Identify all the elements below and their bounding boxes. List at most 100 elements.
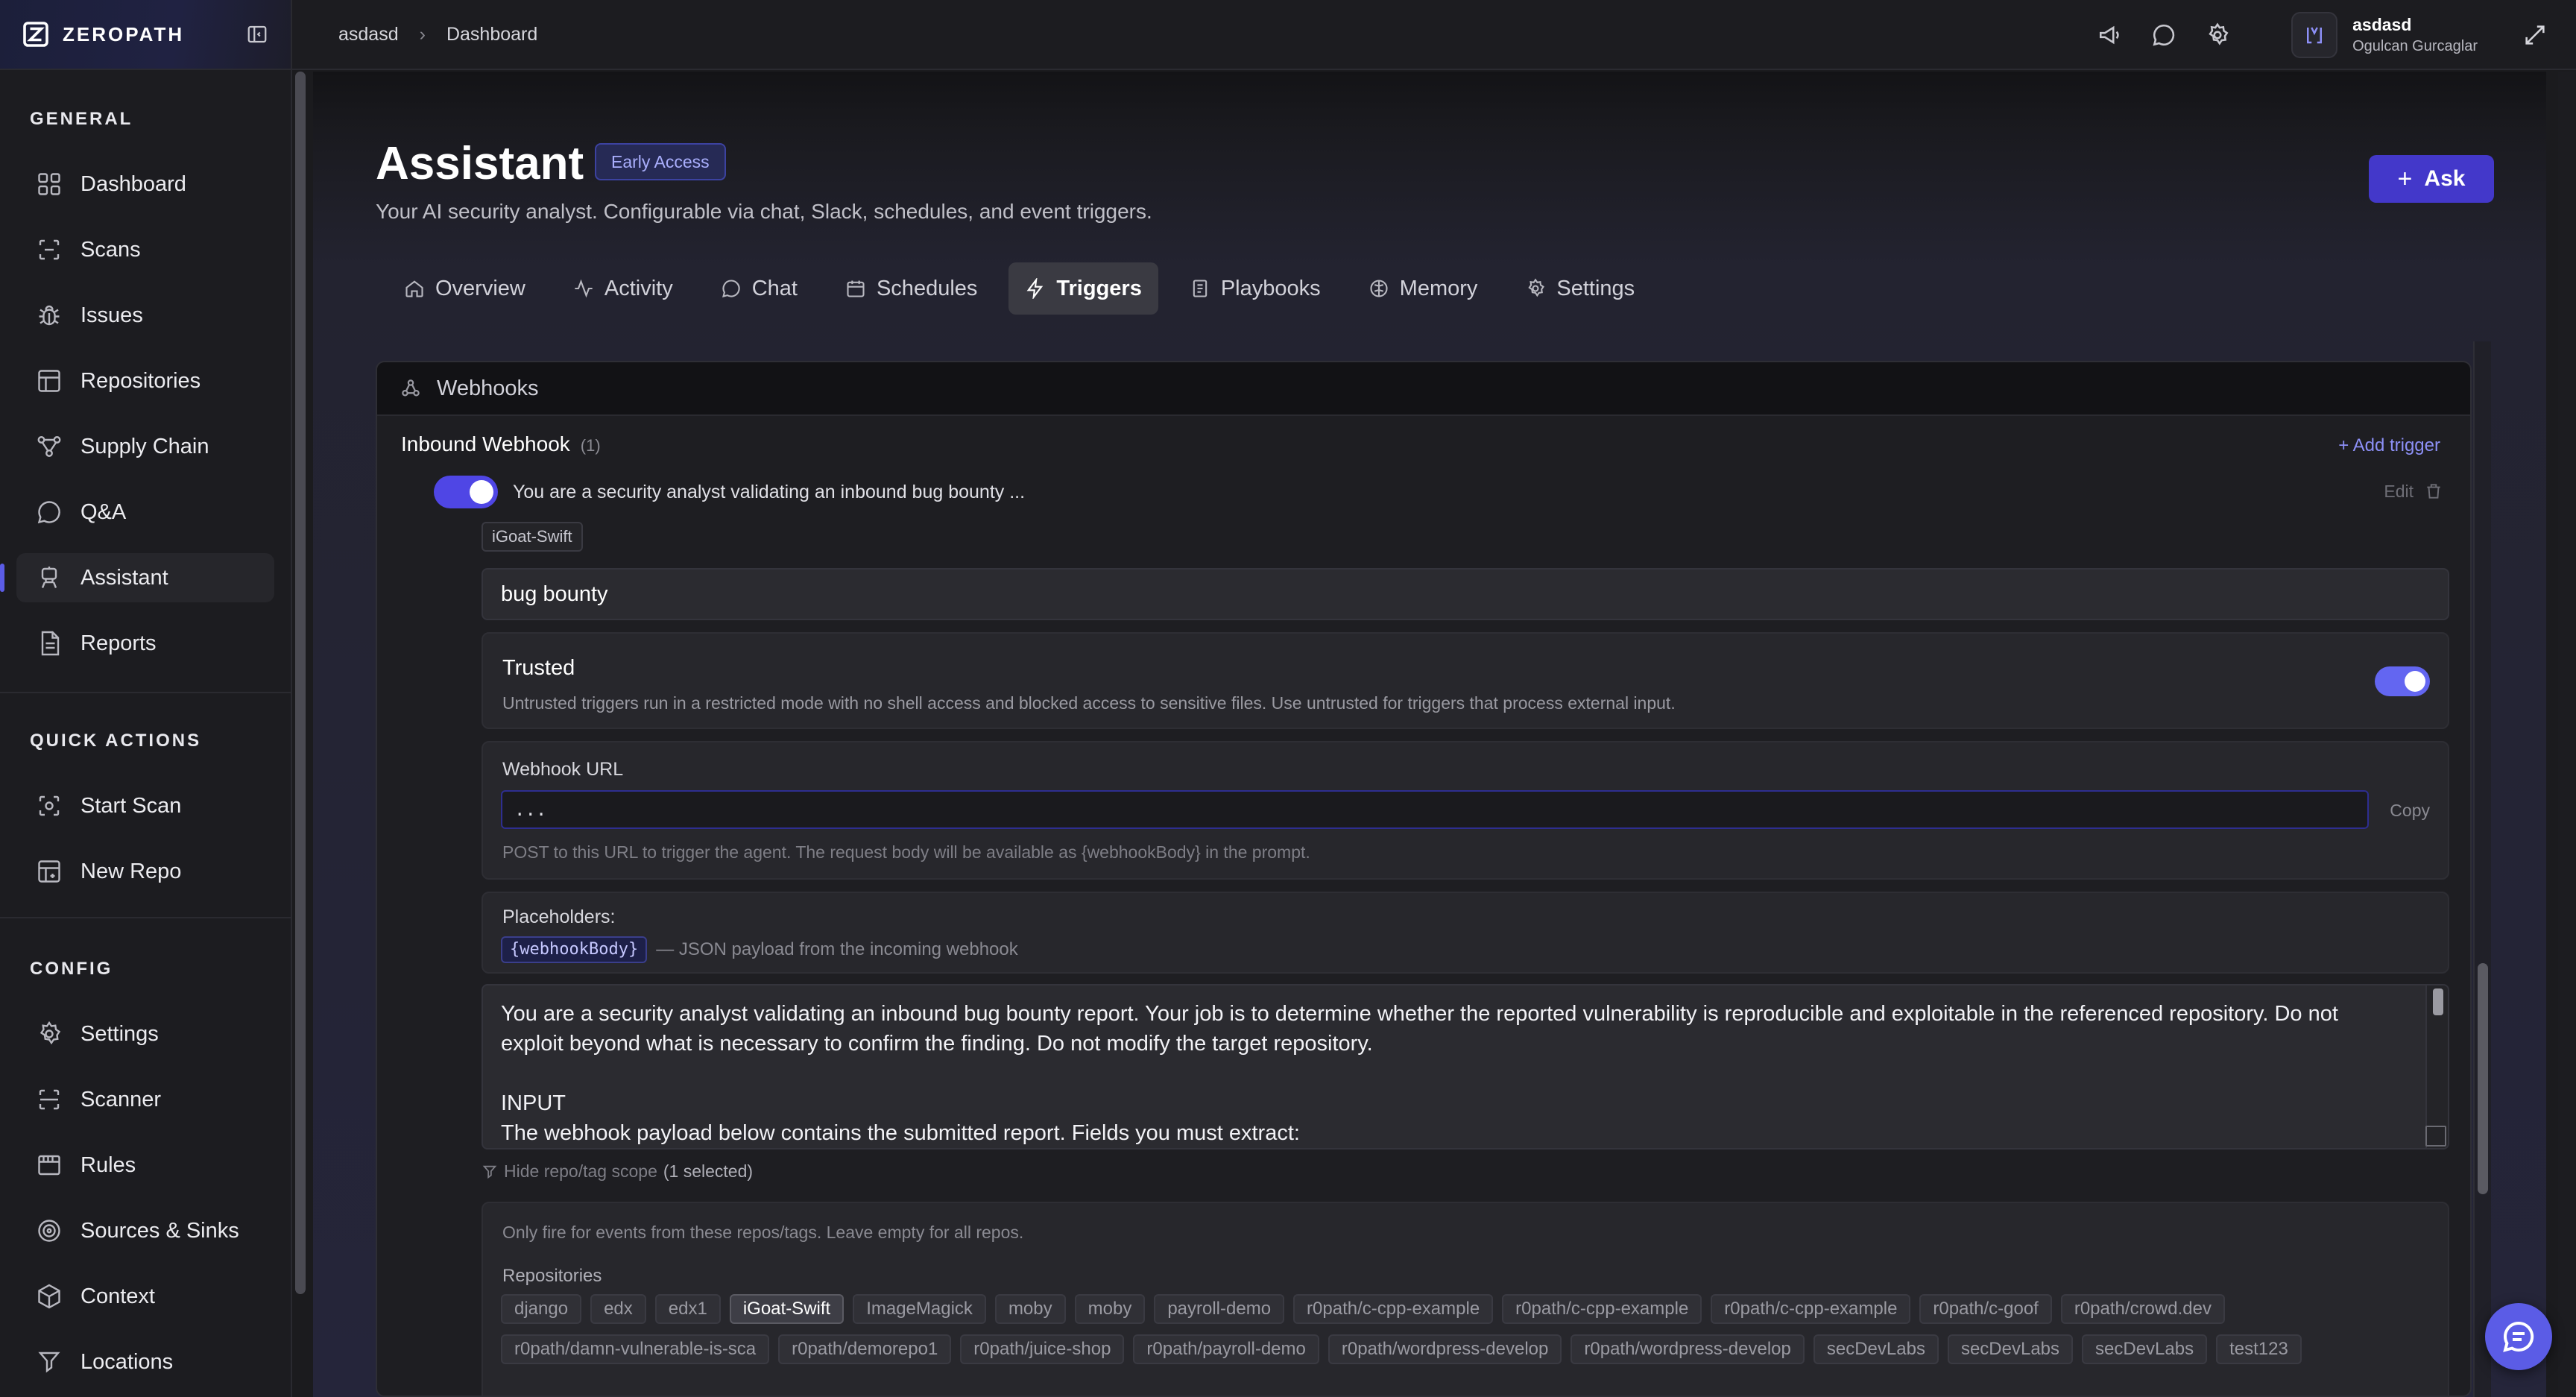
repository-chip[interactable]: r0path/wordpress-develop <box>1570 1334 1805 1364</box>
trusted-setting: Trusted Untrusted triggers run in a rest… <box>482 632 2449 729</box>
chat-icon[interactable] <box>2151 22 2176 48</box>
repository-chip[interactable]: secDevLabs <box>2082 1334 2208 1364</box>
prompt-scrollbar[interactable] <box>2425 986 2448 1148</box>
sidebar-item-supply-chain[interactable]: Supply Chain <box>16 422 274 471</box>
ask-button[interactable]: + Ask <box>2369 155 2494 203</box>
placeholders-section: Placeholders: {webhookBody} — JSON paylo… <box>482 892 2449 974</box>
chat-icon <box>722 280 740 297</box>
breadcrumb-org[interactable]: asdasd <box>338 24 399 45</box>
repository-chip[interactable]: r0path/demorepo1 <box>778 1334 952 1364</box>
repository-chip[interactable]: test123 <box>2216 1334 2302 1364</box>
repository-chip[interactable]: moby <box>1074 1294 1146 1324</box>
zeropath-logo <box>23 22 48 47</box>
tab-playbooks[interactable]: Playbooks <box>1173 262 1337 315</box>
webhook-icon <box>402 379 420 397</box>
repository-chip[interactable]: r0path/c-goof <box>1919 1294 2052 1324</box>
sidebar-item-settings[interactable]: Settings <box>16 1009 274 1059</box>
user-switcher[interactable]: asdasd Ogulcan Gurcaglar <box>2291 12 2478 58</box>
repository-chip[interactable]: r0path/c-cpp-example <box>1711 1294 1911 1324</box>
sidebar-item-label: Settings <box>80 1021 159 1046</box>
repository-chip[interactable]: payroll-demo <box>1154 1294 1285 1324</box>
sidebar-collapse-icon[interactable] <box>246 23 268 45</box>
repository-chip[interactable]: moby <box>994 1294 1066 1324</box>
activity-icon <box>575 279 593 298</box>
sidebar-item-context[interactable]: Context <box>16 1272 274 1321</box>
webhook-url-field[interactable]: ... <box>501 790 2369 829</box>
copy-button[interactable]: Copy <box>2390 801 2430 821</box>
sidebar-item-scans[interactable]: Scans <box>16 225 274 274</box>
repository-chip[interactable]: r0path/crowd.dev <box>2060 1294 2225 1324</box>
repository-chip[interactable]: r0path/wordpress-develop <box>1328 1334 1562 1364</box>
repository-chip[interactable]: edx1 <box>654 1294 721 1324</box>
sidebar-item-repositories[interactable]: Repositories <box>16 356 274 406</box>
support-chat-button[interactable] <box>2485 1303 2552 1370</box>
main-scrollbar-thumb[interactable] <box>2478 963 2488 1194</box>
resize-handle[interactable] <box>2425 1126 2446 1147</box>
tab-settings[interactable]: Settings <box>1509 262 1651 315</box>
section-title-general: GENERAL <box>30 109 133 129</box>
breadcrumb-page[interactable]: Dashboard <box>446 24 537 45</box>
tab-triggers[interactable]: Triggers <box>1008 262 1158 315</box>
sidebar-item-dashboard[interactable]: Dashboard <box>16 160 274 209</box>
dashboard-icon <box>38 173 60 195</box>
repository-chip[interactable]: r0path/damn-vulnerable-is-sca <box>501 1334 770 1364</box>
repository-chip[interactable]: edx <box>590 1294 646 1324</box>
tab-memory[interactable]: Memory <box>1352 262 1494 315</box>
repositories-label: Repositories <box>502 1266 602 1286</box>
edit-trigger-link[interactable]: Edit <box>2384 482 2414 502</box>
sidebar-item-start-scan[interactable]: Start Scan <box>16 781 274 830</box>
chat-bubble-icon <box>37 501 60 524</box>
trash-icon[interactable] <box>2424 482 2443 501</box>
trigger-repo-chip: iGoat-Swift <box>482 522 583 552</box>
add-trigger-link[interactable]: + Add trigger <box>2338 435 2440 456</box>
sidebar-item-reports[interactable]: Reports <box>16 619 274 668</box>
repository-chip[interactable]: secDevLabs <box>1947 1334 2074 1364</box>
switch-icon[interactable] <box>2522 22 2548 48</box>
repository-chip[interactable]: r0path/c-cpp-example <box>1502 1294 1702 1324</box>
repository-chip[interactable]: iGoat-Swift <box>729 1294 845 1324</box>
megaphone-icon[interactable] <box>2097 22 2123 48</box>
trigger-enabled-toggle[interactable] <box>434 476 498 508</box>
page-scrollbar[interactable] <box>2558 72 2575 1397</box>
main-scrollbar[interactable] <box>2473 341 2491 1397</box>
placeholder-row: {webhookBody} — JSON payload from the in… <box>501 936 1018 963</box>
sidebar-item-assistant[interactable]: Assistant <box>0 553 274 602</box>
gear-icon[interactable] <box>2205 22 2230 48</box>
sidebar-item-rules[interactable]: Rules <box>16 1141 274 1190</box>
sidebar-scrollbar[interactable] <box>295 72 306 1294</box>
placeholders-label: Placeholders: <box>502 906 616 927</box>
sidebar-item-issues[interactable]: Issues <box>16 291 274 340</box>
page-subtitle: Your AI security analyst. Configurable v… <box>376 200 1152 223</box>
inbound-webhook-heading: Inbound Webhook (1) <box>401 432 601 456</box>
trusted-toggle[interactable] <box>2375 666 2430 696</box>
trigger-name-input[interactable]: bug bounty <box>482 568 2449 620</box>
tab-overview[interactable]: Overview <box>388 262 542 315</box>
scope-toggle[interactable]: Hide repo/tag scope (1 selected) <box>482 1161 753 1182</box>
sidebar-item-new-repo[interactable]: New Repo <box>16 847 274 896</box>
sidebar-item-label: Locations <box>80 1349 174 1374</box>
prompt-scrollbar-thumb[interactable] <box>2433 988 2443 1015</box>
sidebar-item-scanner[interactable]: Scanner <box>16 1075 274 1124</box>
scope-help: Only fire for events from these repos/ta… <box>502 1223 1024 1242</box>
sidebar-item-qa[interactable]: Q&A <box>16 488 274 537</box>
sidebar-item-sources-sinks[interactable]: Sources & Sinks <box>16 1206 274 1255</box>
repository-chip[interactable]: r0path/c-cpp-example <box>1293 1294 1494 1324</box>
sidebar-item-locations[interactable]: Locations <box>16 1337 274 1387</box>
topbar-actions: asdasd Ogulcan Gurcaglar <box>2097 0 2576 70</box>
prompt-textarea[interactable]: You are a security analyst validating an… <box>482 984 2449 1150</box>
repository-chip[interactable]: django <box>501 1294 582 1324</box>
repository-chip[interactable]: r0path/juice-shop <box>960 1334 1125 1364</box>
repository-chip[interactable]: ImageMagick <box>853 1294 986 1324</box>
tab-schedules[interactable]: Schedules <box>829 262 994 315</box>
repository-chip[interactable]: secDevLabs <box>1813 1334 1939 1364</box>
tab-label: Chat <box>751 276 798 300</box>
repository-chip[interactable]: r0path/payroll-demo <box>1133 1334 1319 1364</box>
sidebar-item-label: Scans <box>80 237 141 262</box>
trigger-summary[interactable]: You are a security analyst validating an… <box>513 482 1025 503</box>
nav-config: Settings Scanner Rules Sources & Sinks C… <box>16 1009 274 1397</box>
placeholder-tag[interactable]: {webhookBody} <box>501 936 648 963</box>
tab-chat[interactable]: Chat <box>704 262 814 315</box>
tab-activity[interactable]: Activity <box>557 262 689 315</box>
playbook-icon <box>1193 280 1208 297</box>
sidebar-divider <box>0 692 291 693</box>
